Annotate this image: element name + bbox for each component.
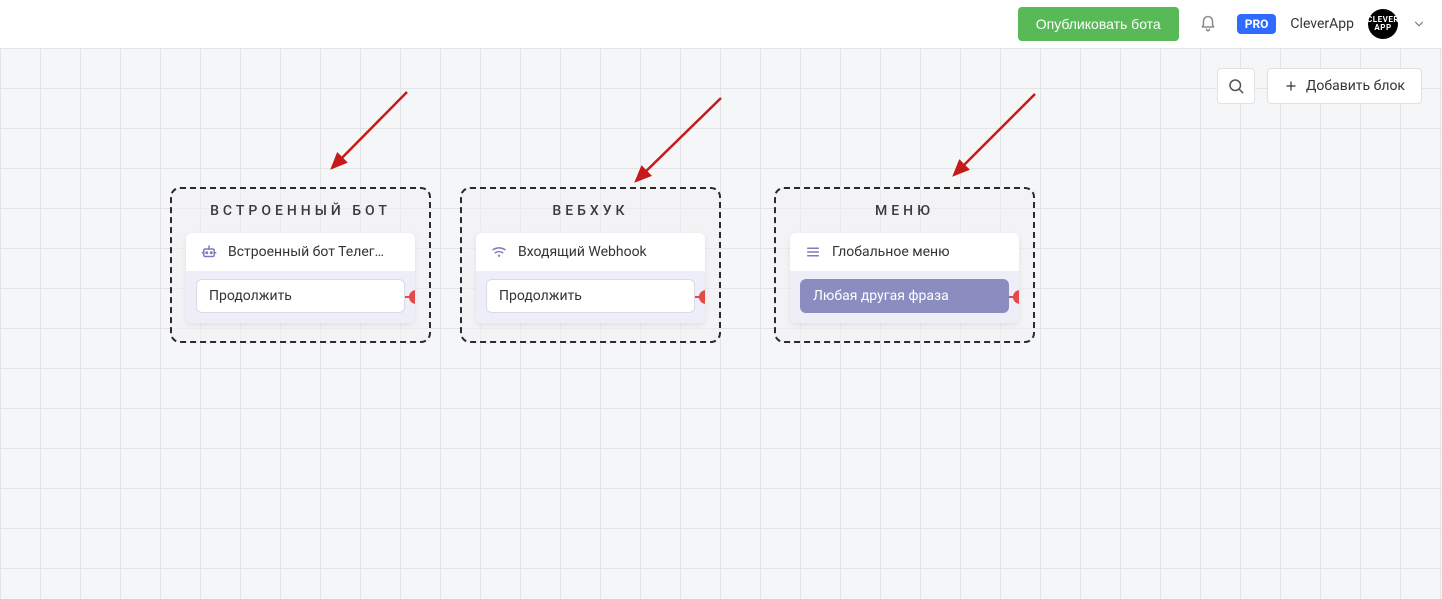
annotation-arrow — [332, 92, 407, 168]
block-card-header[interactable]: Входящий Webhook — [476, 233, 705, 271]
block-header-label: Встроенный бот Телег… — [228, 244, 384, 260]
search-button[interactable] — [1217, 68, 1255, 104]
search-icon — [1227, 77, 1245, 95]
user-name-label: CleverApp — [1290, 16, 1354, 32]
block-card-footer: Продолжить — [186, 271, 415, 323]
block-card-header[interactable]: Глобальное меню — [790, 233, 1019, 271]
continue-button[interactable]: Продолжить — [486, 279, 695, 313]
block-title: МЕНЮ — [790, 203, 1019, 219]
chevron-down-icon[interactable] — [1412, 17, 1426, 31]
block-card: Глобальное меню Любая другая фраза — [790, 233, 1019, 323]
flow-block[interactable]: ВСТРОЕННЫЙ БОТ Встроенный бот Телег… Продо… — [170, 187, 431, 343]
block-header-label: Входящий Webhook — [518, 244, 647, 260]
output-port[interactable] — [409, 290, 415, 304]
publish-bot-button[interactable]: Опубликовать бота — [1018, 7, 1179, 41]
add-block-label: Добавить блок — [1306, 78, 1405, 94]
block-card-footer: Любая другая фраза — [790, 271, 1019, 323]
app-header: Опубликовать бота PRO CleverApp CLEVER A… — [0, 0, 1442, 48]
flow-canvas[interactable]: Добавить блок ВСТРОЕННЫЙ БОТ Встроенный б… — [0, 48, 1442, 599]
block-title: ВСТРОЕННЫЙ БОТ — [186, 203, 415, 219]
bell-icon — [1199, 15, 1217, 33]
avatar[interactable]: CLEVER APP — [1368, 9, 1398, 39]
notifications-button[interactable] — [1193, 9, 1223, 39]
flow-block[interactable]: МЕНЮ Глобальное меню Любая другая фраза — [774, 187, 1035, 343]
plus-icon — [1284, 79, 1298, 93]
avatar-text: CLEVER APP — [1367, 16, 1399, 32]
annotation-arrow — [954, 94, 1035, 175]
wifi-icon — [490, 243, 508, 261]
output-port[interactable] — [1013, 290, 1019, 304]
menu-icon — [804, 243, 822, 261]
block-card-header[interactable]: Встроенный бот Телег… — [186, 233, 415, 271]
annotation-arrow — [636, 98, 721, 181]
block-card-footer: Продолжить — [476, 271, 705, 323]
output-port[interactable] — [699, 290, 705, 304]
add-block-button[interactable]: Добавить блок — [1267, 68, 1422, 104]
block-header-label: Глобальное меню — [832, 244, 950, 260]
block-title: ВЕБХУК — [476, 203, 705, 219]
continue-button[interactable]: Любая другая фраза — [800, 279, 1009, 313]
block-card: Встроенный бот Телег… Продолжить — [186, 233, 415, 323]
flow-block[interactable]: ВЕБХУК Входящий Webhook Продолжить — [460, 187, 721, 343]
block-card: Входящий Webhook Продолжить — [476, 233, 705, 323]
pro-badge: PRO — [1237, 14, 1277, 34]
continue-button[interactable]: Продолжить — [196, 279, 405, 313]
canvas-toolbar: Добавить блок — [1217, 68, 1422, 104]
robot-icon — [200, 243, 218, 261]
